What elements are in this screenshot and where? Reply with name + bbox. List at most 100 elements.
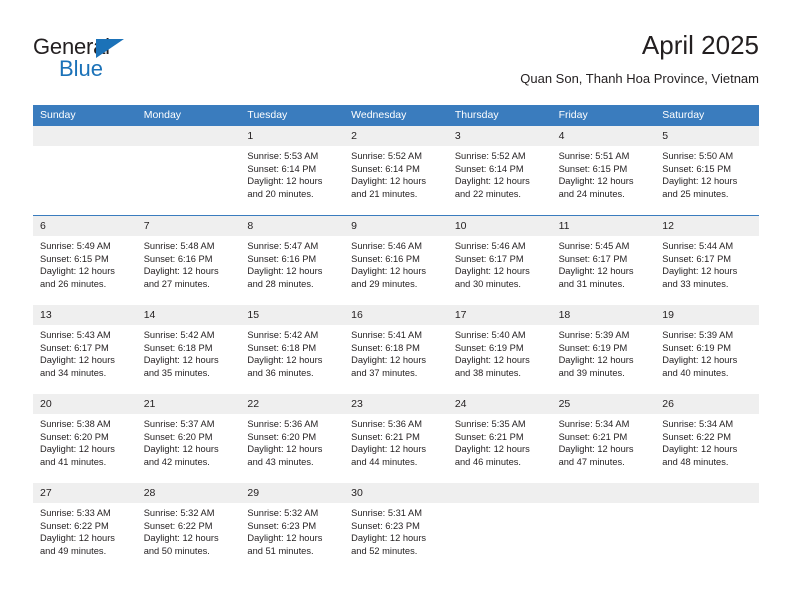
calendar-day-cell[interactable]: 21 Sunrise: 5:37 AM Sunset: 6:20 PM Dayligh… <box>136 394 241 483</box>
weekday-header-sunday: Sunday <box>40 109 76 121</box>
day-number: 11 <box>551 216 656 236</box>
day-details: Sunrise: 5:34 AM Sunset: 6:21 PM Daylight:… <box>552 414 656 468</box>
day-details: Sunrise: 5:53 AM Sunset: 6:14 PM Daylight:… <box>240 146 344 200</box>
day-details <box>448 503 552 507</box>
calendar-day-cell[interactable]: 25 Sunrise: 5:34 AM Sunset: 6:21 PM Dayligh… <box>551 394 656 483</box>
day-sunrise-text: Sunrise: 5:34 AM <box>662 419 734 429</box>
calendar-day-cell[interactable]: 14 Sunrise: 5:42 AM Sunset: 6:18 PM Dayligh… <box>136 305 241 394</box>
calendar-day-cell[interactable]: 28 Sunrise: 5:32 AM Sunset: 6:22 PM Dayligh… <box>136 483 241 572</box>
day-details: Sunrise: 5:40 AM Sunset: 6:19 PM Daylight:… <box>448 325 552 379</box>
day-number: 5 <box>655 126 759 146</box>
calendar-day-cell[interactable]: 15 Sunrise: 5:42 AM Sunset: 6:18 PM Dayligh… <box>240 305 345 394</box>
day-daylight-text: and 21 minutes. <box>351 188 418 199</box>
day-sunrise-text: Sunrise: 5:46 AM <box>454 241 526 251</box>
calendar-week-row: 20 Sunrise: 5:38 AM Sunset: 6:20 PM Dayligh… <box>33 393 759 483</box>
day-daylight-text: and 36 minutes. <box>247 367 314 378</box>
day-sunset-text: Sunset: 6:14 PM <box>351 163 420 174</box>
calendar-day-cell[interactable]: 10 Sunrise: 5:46 AM Sunset: 6:17 PM Dayligh… <box>447 216 552 305</box>
day-sunset-text: Sunset: 6:17 PM <box>558 253 628 264</box>
day-details: Sunrise: 5:41 AM Sunset: 6:18 PM Daylight:… <box>344 325 448 379</box>
day-number: 16 <box>344 305 448 325</box>
day-sunrise-text: Sunrise: 5:47 AM <box>247 241 319 251</box>
calendar-day-cell[interactable]: 18 Sunrise: 5:39 AM Sunset: 6:19 PM Dayligh… <box>551 305 656 394</box>
calendar-week-row: 6 Sunrise: 5:49 AM Sunset: 6:15 PM Daylight… <box>33 215 759 305</box>
calendar-day-cell[interactable]: 13 Sunrise: 5:43 AM Sunset: 6:17 PM Dayligh… <box>33 305 137 394</box>
day-details: Sunrise: 5:39 AM Sunset: 6:19 PM Daylight:… <box>552 325 656 379</box>
calendar-day-cell[interactable]: 5 Sunrise: 5:50 AM Sunset: 6:15 PM Daylight… <box>655 126 759 215</box>
calendar-day-cell[interactable]: 1 Sunrise: 5:53 AM Sunset: 6:14 PM Daylight… <box>240 126 345 215</box>
day-sunset-text: Sunset: 6:19 PM <box>558 342 628 353</box>
calendar-day-cell[interactable]: 11 Sunrise: 5:45 AM Sunset: 6:17 PM Dayligh… <box>551 216 656 305</box>
weekday-header-row: Sunday Monday Tuesday Wednesday Thursday Frid… <box>33 105 759 126</box>
day-number <box>551 483 656 503</box>
day-daylight-text: Daylight: 12 hours <box>40 355 115 366</box>
day-daylight-text: Daylight: 12 hours <box>351 266 427 277</box>
day-details: Sunrise: 5:48 AM Sunset: 6:16 PM Daylight:… <box>137 236 241 290</box>
calendar-day-cell[interactable]: 26 Sunrise: 5:34 AM Sunset: 6:22 PM Dayligh… <box>655 394 759 483</box>
day-sunset-text: Sunset: 6:20 PM <box>247 431 317 442</box>
calendar-day-cell[interactable]: 2 Sunrise: 5:52 AM Sunset: 6:14 PM Daylight… <box>344 126 448 215</box>
day-number: 6 <box>33 216 137 236</box>
day-daylight-text: Daylight: 12 hours <box>40 533 115 544</box>
day-sunrise-text: Sunrise: 5:35 AM <box>454 419 526 429</box>
page-title: April 2025 <box>641 30 759 60</box>
calendar-day-cell[interactable]: 19 Sunrise: 5:39 AM Sunset: 6:19 PM Dayligh… <box>655 305 759 394</box>
calendar-day-cell[interactable]: 7 Sunrise: 5:48 AM Sunset: 6:16 PM Daylight… <box>136 216 241 305</box>
day-number: 2 <box>344 126 448 146</box>
day-daylight-text: and 46 minutes. <box>454 456 521 467</box>
calendar-day-cell[interactable]: 29 Sunrise: 5:32 AM Sunset: 6:23 PM Dayligh… <box>240 483 345 572</box>
calendar-day-cell[interactable]: 4 Sunrise: 5:51 AM Sunset: 6:15 PM Daylight… <box>551 126 656 215</box>
calendar-day-cell[interactable]: 9 Sunrise: 5:46 AM Sunset: 6:16 PM Daylight… <box>344 216 448 305</box>
day-sunrise-text: Sunrise: 5:43 AM <box>40 330 111 340</box>
day-details: Sunrise: 5:46 AM Sunset: 6:17 PM Daylight:… <box>448 236 552 290</box>
day-daylight-text: Daylight: 12 hours <box>247 533 323 544</box>
day-daylight-text: and 20 minutes. <box>247 188 314 199</box>
calendar-day-cell[interactable]: 24 Sunrise: 5:35 AM Sunset: 6:21 PM Dayligh… <box>447 394 552 483</box>
day-daylight-text: Daylight: 12 hours <box>454 266 530 277</box>
day-sunset-text: Sunset: 6:14 PM <box>247 163 317 174</box>
day-sunset-text: Sunset: 6:17 PM <box>662 253 732 264</box>
day-number <box>136 126 241 146</box>
day-daylight-text: Daylight: 12 hours <box>558 355 634 366</box>
day-number <box>447 483 552 503</box>
calendar-day-cell-empty <box>136 126 241 215</box>
day-sunset-text: Sunset: 6:17 PM <box>40 342 109 353</box>
calendar-day-cell[interactable]: 12 Sunrise: 5:44 AM Sunset: 6:17 PM Dayligh… <box>655 216 759 305</box>
calendar-day-cell[interactable]: 20 Sunrise: 5:38 AM Sunset: 6:20 PM Dayligh… <box>33 394 137 483</box>
day-details: Sunrise: 5:39 AM Sunset: 6:19 PM Daylight:… <box>655 325 759 379</box>
day-daylight-text: Daylight: 12 hours <box>143 444 219 455</box>
day-daylight-text: and 40 minutes. <box>662 367 729 378</box>
day-sunset-text: Sunset: 6:23 PM <box>247 520 317 531</box>
day-number: 19 <box>655 305 759 325</box>
day-sunrise-text: Sunrise: 5:46 AM <box>351 241 422 251</box>
calendar-day-cell[interactable]: 3 Sunrise: 5:52 AM Sunset: 6:14 PM Daylight… <box>447 126 552 215</box>
day-details: Sunrise: 5:51 AM Sunset: 6:15 PM Daylight:… <box>552 146 656 200</box>
day-daylight-text: Daylight: 12 hours <box>351 176 427 187</box>
calendar-day-cell[interactable]: 23 Sunrise: 5:36 AM Sunset: 6:21 PM Dayligh… <box>344 394 448 483</box>
day-details: Sunrise: 5:35 AM Sunset: 6:21 PM Daylight:… <box>448 414 552 468</box>
day-number: 26 <box>655 394 759 414</box>
day-sunset-text: Sunset: 6:16 PM <box>247 253 317 264</box>
day-sunset-text: Sunset: 6:22 PM <box>143 520 213 531</box>
calendar-day-cell[interactable]: 8 Sunrise: 5:47 AM Sunset: 6:16 PM Daylight… <box>240 216 345 305</box>
calendar-grid: Sunday Monday Tuesday Wednesday Thursday Frid… <box>33 105 759 572</box>
day-number: 4 <box>551 126 656 146</box>
calendar-day-cell[interactable]: 22 Sunrise: 5:36 AM Sunset: 6:20 PM Dayligh… <box>240 394 345 483</box>
day-sunset-text: Sunset: 6:18 PM <box>247 342 317 353</box>
day-daylight-text: and 22 minutes. <box>454 188 521 199</box>
calendar-day-cell[interactable]: 27 Sunrise: 5:33 AM Sunset: 6:22 PM Dayligh… <box>33 483 137 572</box>
day-number: 3 <box>447 126 552 146</box>
calendar-day-cell[interactable]: 30 Sunrise: 5:31 AM Sunset: 6:23 PM Dayligh… <box>344 483 448 572</box>
day-number: 9 <box>344 216 448 236</box>
general-blue-logo[interactable]: General Blue <box>33 34 213 86</box>
calendar-day-cell[interactable]: 6 Sunrise: 5:49 AM Sunset: 6:15 PM Daylight… <box>33 216 137 305</box>
day-sunset-text: Sunset: 6:15 PM <box>40 253 109 264</box>
day-sunrise-text: Sunrise: 5:48 AM <box>143 241 215 251</box>
day-number: 24 <box>447 394 552 414</box>
day-sunrise-text: Sunrise: 5:44 AM <box>662 241 734 251</box>
day-daylight-text: Daylight: 12 hours <box>247 444 323 455</box>
day-details: Sunrise: 5:38 AM Sunset: 6:20 PM Daylight:… <box>33 414 137 468</box>
day-details <box>655 503 759 507</box>
calendar-day-cell[interactable]: 16 Sunrise: 5:41 AM Sunset: 6:18 PM Dayligh… <box>344 305 448 394</box>
calendar-day-cell[interactable]: 17 Sunrise: 5:40 AM Sunset: 6:19 PM Dayligh… <box>447 305 552 394</box>
